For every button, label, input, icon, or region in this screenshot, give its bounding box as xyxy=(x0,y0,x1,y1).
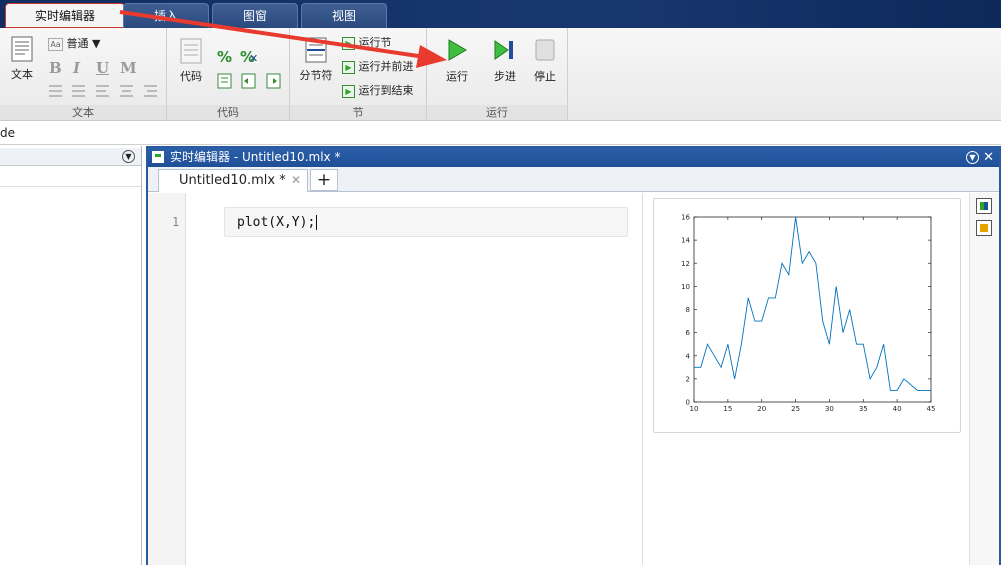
run-label: 运行 xyxy=(446,70,468,83)
left-panel-row xyxy=(0,167,141,187)
x-tick-label: 35 xyxy=(859,405,868,413)
run-section-icon: ▶ xyxy=(342,36,355,50)
indent-icons[interactable] xyxy=(217,73,285,89)
live-editor-window: 实时编辑器 - Untitled10.mlx * ▼ ✕ Untitled10.… xyxy=(146,146,1001,565)
code-area[interactable]: plot(X,Y); xyxy=(186,193,642,565)
y-tick-label: 16 xyxy=(681,214,690,222)
left-panel: ▼ xyxy=(0,146,142,565)
list-align-icons[interactable] xyxy=(46,83,161,99)
style-select-value: 普通 xyxy=(66,37,89,50)
tab-figure[interactable]: 图窗 xyxy=(212,3,298,28)
run-to-end-label: 运行到结束 xyxy=(358,84,414,97)
x-tick-label: 15 xyxy=(723,405,732,413)
uncomment-icon[interactable]: %✕ xyxy=(240,48,258,66)
y-tick-label: 0 xyxy=(686,399,690,407)
y-tick-label: 4 xyxy=(686,352,691,360)
add-tab-button[interactable]: + xyxy=(310,169,338,191)
line-number: 1 xyxy=(172,215,180,229)
code-button[interactable]: 代码 xyxy=(175,38,207,84)
output-right-icon[interactable] xyxy=(976,220,992,236)
section-group-label: 节 xyxy=(290,105,426,120)
monospace-button[interactable]: M xyxy=(120,59,137,77)
text-button[interactable]: 文本 xyxy=(6,36,38,82)
run-group-label: 运行 xyxy=(427,105,567,120)
x-tick-label: 25 xyxy=(791,405,800,413)
code-group: 代码 % %✕ 代码 xyxy=(167,28,290,121)
code-cell[interactable]: plot(X,Y); xyxy=(224,207,628,237)
tab-insert[interactable]: 插入 xyxy=(123,3,209,28)
editor-title: 实时编辑器 - Untitled10.mlx * xyxy=(170,150,341,164)
y-tick-label: 6 xyxy=(686,329,691,337)
doc-tab-label: Untitled10.mlx * xyxy=(179,173,286,188)
step-label: 步进 xyxy=(494,70,516,83)
figure-output[interactable]: 10 15 20 25 30 35 40 45 0 2 4 6 8 10 12 14 16 xyxy=(653,198,961,433)
current-folder-path: de xyxy=(0,126,15,140)
tab-close-icon[interactable]: ✕ xyxy=(291,173,301,187)
text-document-icon xyxy=(11,36,33,62)
run-group: 运行 步进 停止 运行 xyxy=(427,28,568,121)
y-tick-label: 2 xyxy=(686,375,690,383)
plot-axes-box xyxy=(693,216,932,403)
ribbon-toolstrip: 文本 Aa 普通 ▼ B I U M 文本 代码 % %✕ 代码 分节符 ▶ 运… xyxy=(0,28,1001,121)
run-section-button[interactable]: ▶ 运行节 xyxy=(342,34,392,52)
text-button-label: 文本 xyxy=(11,68,33,81)
run-icon xyxy=(448,39,467,61)
output-toolbar xyxy=(969,193,999,565)
editor-doc-icon xyxy=(152,151,164,163)
underline-button[interactable]: U xyxy=(96,59,109,77)
code-line[interactable]: plot(X,Y); xyxy=(237,215,318,230)
stop-label: 停止 xyxy=(534,70,556,83)
step-button[interactable]: 步进 xyxy=(487,38,523,84)
code-icon xyxy=(180,38,202,64)
section-break-label: 分节符 xyxy=(299,69,333,82)
x-tick-label: 30 xyxy=(825,405,834,413)
comment-icon[interactable]: % xyxy=(217,48,232,66)
run-and-advance-icon: ▶ xyxy=(342,60,355,74)
tab-view[interactable]: 视图 xyxy=(301,3,387,28)
y-tick-label: 10 xyxy=(681,283,690,291)
editor-title-bar: 实时编辑器 - Untitled10.mlx * ▼ ✕ xyxy=(148,148,999,167)
x-tick-label: 10 xyxy=(690,405,699,413)
editor-menu-icon[interactable]: ▼ xyxy=(966,151,979,164)
section-break-icon xyxy=(305,37,327,63)
section-group: 分节符 ▶ 运行节 ▶ 运行并前进 ▶ 运行到结束 节 xyxy=(290,28,427,121)
x-tick-label: 40 xyxy=(893,405,902,413)
ribbon-tab-bar: 实时编辑器 插入 图窗 视图 xyxy=(0,0,1001,28)
x-tick-label: 20 xyxy=(757,405,766,413)
output-pane: 10 15 20 25 30 35 40 45 0 2 4 6 8 10 12 14 16 xyxy=(642,193,969,565)
italic-button[interactable]: I xyxy=(73,59,80,77)
left-panel-header: ▼ xyxy=(0,148,141,166)
run-to-end-icon: ▶ xyxy=(342,84,355,98)
x-tick-label: 45 xyxy=(927,405,936,413)
step-icon xyxy=(494,40,513,60)
stop-button[interactable]: 停止 xyxy=(528,38,562,84)
run-button[interactable]: 运行 xyxy=(439,38,475,84)
run-section-label: 运行节 xyxy=(358,36,392,49)
text-group-label: 文本 xyxy=(0,105,166,120)
output-inline-icon[interactable] xyxy=(976,198,992,214)
line-plot[interactable]: 10 15 20 25 30 35 40 45 0 2 4 6 8 10 12 14 16 xyxy=(654,199,960,432)
font-style-icon: Aa xyxy=(48,37,63,51)
y-tick-label: 8 xyxy=(686,306,690,314)
bold-button[interactable]: B xyxy=(49,59,62,77)
y-tick-label: 14 xyxy=(681,237,690,245)
tab-live-editor[interactable]: 实时编辑器 xyxy=(5,3,125,28)
line-gutter: 1 xyxy=(148,193,186,565)
chevron-down-icon: ▼ xyxy=(92,37,101,50)
current-folder-bar[interactable]: de xyxy=(0,122,1001,145)
section-break-button[interactable]: 分节符 xyxy=(295,37,337,83)
run-and-advance-label: 运行并前进 xyxy=(358,60,414,73)
document-tabs: Untitled10.mlx * ✕ + xyxy=(148,167,999,192)
style-select[interactable]: Aa 普通 ▼ xyxy=(48,35,100,53)
panel-menu-icon[interactable]: ▼ xyxy=(122,150,135,163)
doc-tab-untitled10[interactable]: Untitled10.mlx * ✕ xyxy=(158,169,308,192)
code-group-label: 代码 xyxy=(167,105,289,120)
run-to-end-button[interactable]: ▶ 运行到结束 xyxy=(342,82,414,100)
y-tick-label: 12 xyxy=(681,260,690,268)
text-group: 文本 Aa 普通 ▼ B I U M 文本 xyxy=(0,28,167,121)
code-button-label: 代码 xyxy=(180,70,202,83)
close-icon[interactable]: ✕ xyxy=(983,148,994,167)
run-and-advance-button[interactable]: ▶ 运行并前进 xyxy=(342,58,414,76)
stop-icon xyxy=(535,39,555,61)
